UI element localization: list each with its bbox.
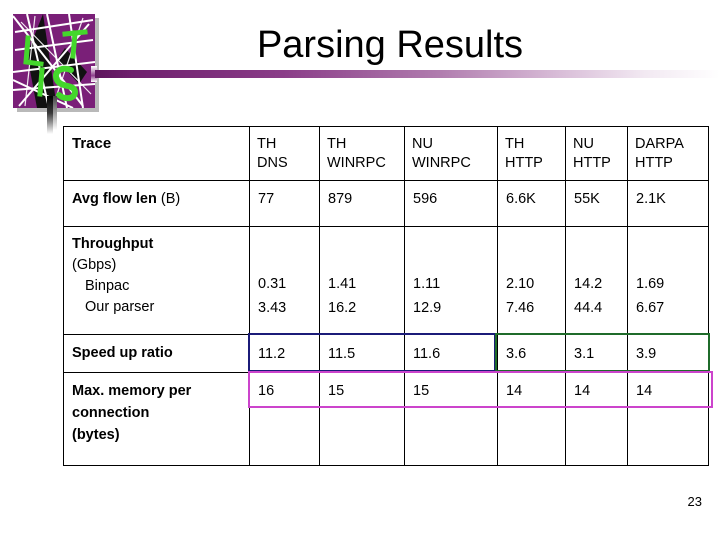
logo-stripe-side — [53, 96, 57, 130]
cell-throughput-th-winrpc: 1.41 16.2 — [319, 226, 405, 335]
row-label-speed-up-ratio: Speed up ratio — [63, 334, 250, 373]
value-binpac: 14.2 — [574, 276, 603, 292]
header-line1: TH — [505, 136, 525, 152]
cell-throughput-nu-http: 14.2 44.4 — [565, 226, 628, 335]
cell-avg-th-winrpc: 879 — [319, 180, 405, 227]
cell-maxmem-th-http: 14 — [497, 372, 566, 466]
cell-speedup-th-http: 3.6 — [497, 334, 566, 373]
header-cell-th-http: TH HTTP — [497, 126, 566, 181]
header-cell-nu-winrpc: NU WINRPC — [404, 126, 498, 181]
row-label-max-memory: Max. memory per connection (bytes) — [63, 372, 250, 466]
value-our-parser: 3.43 — [258, 300, 287, 316]
cell-avg-nu-http: 55K — [565, 180, 628, 227]
header-line1: TH — [327, 136, 347, 152]
row-label-bold-line2: connection — [72, 405, 150, 421]
cell-throughput-nu-winrpc: 1.11 12.9 — [404, 226, 498, 335]
cell-avg-th-dns: 77 — [249, 180, 320, 227]
value-binpac: 1.41 — [328, 276, 357, 292]
header-line2: WINRPC — [412, 155, 471, 171]
row-label-unit: (Gbps) — [72, 257, 117, 273]
value-our-parser: 44.4 — [574, 300, 603, 316]
sub-label-our-parser: Our parser — [85, 299, 155, 315]
cell-maxmem-nu-winrpc: 15 — [404, 372, 498, 466]
title-underline-bar — [95, 70, 720, 78]
row-label-bold: Speed up ratio — [72, 345, 173, 361]
header-line2: HTTP — [573, 155, 611, 171]
cell-speedup-th-winrpc: 11.5 — [319, 334, 405, 373]
value-our-parser: 16.2 — [328, 300, 357, 316]
cell-throughput-darpa-http: 1.69 6.67 — [627, 226, 709, 335]
value-binpac: 1.11 — [413, 276, 441, 292]
header-line1: NU — [412, 136, 433, 152]
header-line2: DNS — [257, 155, 288, 171]
header-cell-trace: Trace — [63, 126, 250, 181]
value-binpac: 0.31 — [258, 276, 287, 292]
cell-throughput-th-http: 2.10 7.46 — [497, 226, 566, 335]
cell-avg-nu-winrpc: 596 — [404, 180, 498, 227]
logo-artwork — [13, 14, 95, 108]
value-our-parser: 7.46 — [506, 300, 535, 316]
table-row-speed-up-ratio: Speed up ratio 11.2 11.5 11.6 3.6 3.1 3.… — [63, 334, 709, 373]
header-line2: HTTP — [635, 155, 673, 171]
header-cell-darpa-http: DARPA HTTP — [627, 126, 709, 181]
header-cell-nu-http: NU HTTP — [565, 126, 628, 181]
header-cell-th-dns: TH DNS — [249, 126, 320, 181]
cell-speedup-nu-winrpc: 11.6 — [404, 334, 498, 373]
cell-speedup-th-dns: 11.2 — [249, 334, 320, 373]
cell-maxmem-th-winrpc: 15 — [319, 372, 405, 466]
cell-maxmem-th-dns: 16 — [249, 372, 320, 466]
cell-avg-darpa-http: 2.1K — [627, 180, 709, 227]
table-row-max-memory: Max. memory per connection (bytes) 16 15… — [63, 372, 709, 466]
list-logo — [13, 14, 99, 112]
page-number: 23 — [687, 494, 702, 509]
header-line1: NU — [573, 136, 594, 152]
value-binpac: 1.69 — [636, 276, 665, 292]
cell-speedup-nu-http: 3.1 — [565, 334, 628, 373]
cell-maxmem-darpa-http: 14 — [627, 372, 709, 466]
table-header-row: Trace TH DNS TH WINRPC NU WINRPC TH HTTP… — [63, 126, 709, 181]
row-label-bold-line1: Max. memory per — [72, 383, 192, 399]
parsing-results-table: Trace TH DNS TH WINRPC NU WINRPC TH HTTP… — [63, 126, 709, 466]
table-row-throughput: Throughput (Gbps) Binpac Our parser 0.31… — [63, 226, 709, 335]
row-label-throughput: Throughput (Gbps) Binpac Our parser — [63, 226, 250, 335]
row-label-bold: Avg flow len — [72, 191, 157, 207]
row-label-avg-flow-len: Avg flow len (B) — [63, 180, 250, 227]
cell-speedup-darpa-http: 3.9 — [627, 334, 709, 373]
cell-avg-th-http: 6.6K — [497, 180, 566, 227]
logo-plate — [13, 14, 95, 108]
table-row-avg-flow-len: Avg flow len (B) 77 879 596 6.6K 55K 2.1… — [63, 180, 709, 227]
parsing-results-table-wrap: Trace TH DNS TH WINRPC NU WINRPC TH HTTP… — [63, 126, 713, 466]
sub-label-binpac: Binpac — [85, 278, 130, 294]
cell-maxmem-nu-http: 14 — [565, 372, 628, 466]
row-label-line3: (bytes) — [72, 427, 120, 443]
value-our-parser: 6.67 — [636, 300, 665, 316]
page-title: Parsing Results — [256, 24, 524, 66]
header-line1: TH — [257, 136, 277, 152]
value-binpac: 2.10 — [506, 276, 535, 292]
row-label-unit: (B) — [156, 191, 181, 207]
header-line2: HTTP — [505, 155, 543, 171]
value-our-parser: 12.9 — [413, 300, 442, 316]
header-line1: DARPA — [635, 136, 684, 152]
header-cell-th-winrpc: TH WINRPC — [319, 126, 405, 181]
cell-throughput-th-dns: 0.31 3.43 — [249, 226, 320, 335]
row-label-bold: Throughput — [72, 236, 154, 252]
header-line2: WINRPC — [327, 155, 386, 171]
header-label-trace: Trace — [72, 135, 112, 152]
